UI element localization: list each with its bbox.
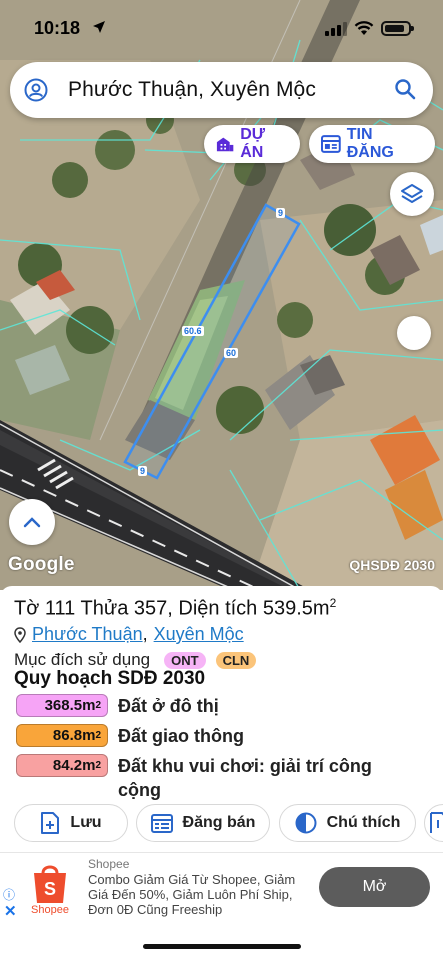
- parcel-title: Tờ 111 Thửa 357, Diện tích 539.5m2: [14, 596, 337, 620]
- ad-close-icon[interactable]: ✕: [4, 902, 17, 920]
- dim-label-right: 60: [224, 348, 239, 358]
- search-location-title[interactable]: Phước Thuận, Xuyên Mộc: [68, 78, 316, 102]
- svg-text:Shopee: Shopee: [31, 904, 69, 915]
- map-pin-icon: [14, 626, 26, 643]
- svg-text:S: S: [44, 879, 56, 899]
- google-logo: Google: [8, 554, 75, 575]
- save-label: Lưu: [70, 814, 102, 831]
- parcel-info-panel: Tờ 111 Thửa 357, Diện tích 539.5m2 Phước…: [0, 586, 443, 852]
- legend-button[interactable]: Chú thích: [279, 804, 416, 842]
- zone-label: Đất giao thông: [118, 726, 244, 746]
- buildings-icon: [216, 137, 234, 152]
- add-document-icon: [41, 812, 60, 834]
- location-arrow-icon: [93, 21, 105, 33]
- contrast-icon: [295, 812, 317, 834]
- zone-area-badge: 84.2m 2: [16, 754, 108, 777]
- parcel-location: Phước Thuận , Xuyên Mộc: [14, 624, 244, 645]
- post-for-sale-button[interactable]: Đăng bán: [136, 804, 270, 842]
- dim-label-top: 9: [276, 208, 286, 218]
- location-separator: ,: [142, 624, 148, 644]
- action-bar: Lưu Đăng bán Chú thích: [0, 804, 443, 844]
- zone-row: 86.8m 2 Đất giao thông: [16, 724, 418, 748]
- dim-label-left: 60.6: [182, 326, 204, 336]
- search-icon[interactable]: [394, 78, 416, 100]
- map-view[interactable]: 9 60.6 60 9 10:18 Phước Thuận, Xuyên Mộc: [0, 0, 443, 590]
- status-time: 10:18: [34, 18, 81, 38]
- dim-label-bottom: 9: [138, 466, 148, 476]
- layers-icon: [401, 184, 423, 203]
- ad-info-icon[interactable]: ⓘ: [3, 886, 15, 903]
- chevron-up-icon: [23, 517, 41, 528]
- add-icon: [430, 812, 443, 833]
- layers-button[interactable]: [390, 172, 434, 216]
- signal-icon: [325, 22, 347, 36]
- status-bar: 10:18: [0, 0, 443, 56]
- map-layer-label: QHSDĐ 2030: [349, 557, 435, 573]
- purpose-label: Mục đích sử dụng: [14, 650, 151, 669]
- post-label: Đăng bán: [182, 814, 256, 831]
- zone-area-badge: 86.8m 2: [16, 724, 108, 747]
- wifi-icon: [354, 21, 374, 35]
- tin-dang-label: TIN ĐĂNG: [346, 126, 394, 161]
- du-an-button[interactable]: DỰ ÁN: [204, 125, 300, 163]
- zone-row: 84.2m 2 Đất khu vui chơi: giải trí công c…: [16, 754, 418, 802]
- zone-row: 368.5m 2 Đất ở đô thị: [16, 694, 418, 718]
- battery-icon: [381, 21, 414, 36]
- more-actions-button[interactable]: [424, 804, 443, 842]
- zone-label: Đất ở đô thị: [118, 696, 219, 716]
- calendar-list-icon: [150, 814, 173, 833]
- user-icon[interactable]: [24, 78, 48, 102]
- plan-title: Quy hoạch SDĐ 2030: [14, 668, 206, 689]
- legend-label: Chú thích: [326, 814, 401, 831]
- listing-icon: [321, 135, 341, 153]
- zone-label: Đất khu vui chơi: giải trí công cộng: [118, 756, 372, 800]
- ad-text: Combo Giảm Giá Từ Shopee, Giảm Giá Đến 5…: [88, 872, 296, 917]
- zone-area-badge: 368.5m 2: [16, 694, 108, 717]
- ad-open-button[interactable]: Mở: [319, 867, 430, 907]
- ward-link[interactable]: Phước Thuận: [32, 624, 143, 645]
- search-bar[interactable]: Phước Thuận, Xuyên Mộc: [10, 62, 433, 118]
- location-dot-button[interactable]: [397, 316, 431, 350]
- district-link[interactable]: Xuyên Mộc: [154, 624, 244, 645]
- ad-banner[interactable]: ⓘ ✕ S Shopee Shopee Combo Giảm Giá Từ Sh…: [0, 852, 443, 920]
- du-an-label: DỰ ÁN: [240, 126, 266, 161]
- shopee-logo: S Shopee: [31, 865, 69, 915]
- save-button[interactable]: Lưu: [14, 804, 128, 842]
- purpose-tag-ont: ONT: [164, 651, 206, 669]
- purpose-tag-cln: CLN: [215, 651, 257, 669]
- land-use-purpose: Mục đích sử dụng ONT CLN: [14, 650, 257, 670]
- expand-up-button[interactable]: [9, 499, 55, 545]
- home-indicator[interactable]: [143, 944, 301, 949]
- ad-brand: Shopee: [88, 857, 130, 871]
- tin-dang-button[interactable]: TIN ĐĂNG: [309, 125, 435, 163]
